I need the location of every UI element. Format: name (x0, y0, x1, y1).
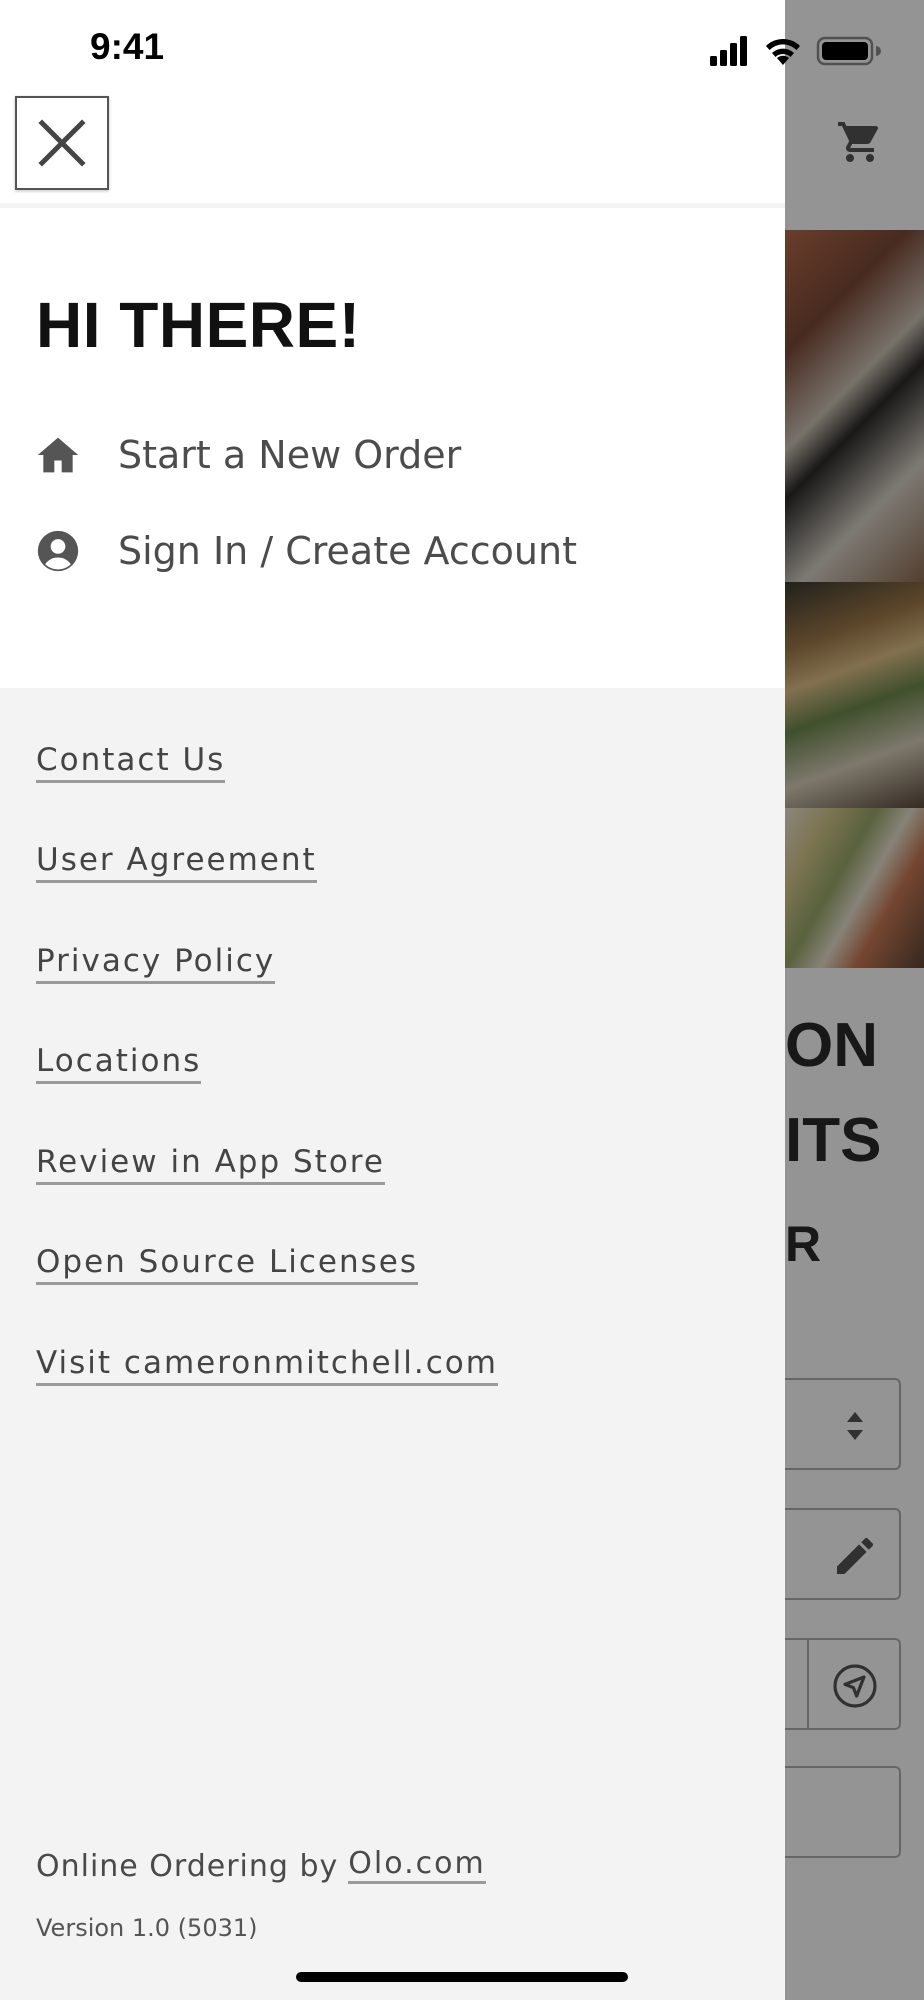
navigation-drawer: 9:41 HI THERE! Start a New Order Sign In… (0, 0, 881, 2000)
battery-icon (816, 36, 881, 66)
sign-in-item[interactable]: Sign In / Create Account (36, 521, 577, 581)
user-agreement-link[interactable]: User Agreement (36, 842, 317, 883)
header-divider (0, 203, 785, 208)
status-icons (710, 36, 881, 66)
greeting-heading: HI THERE! (36, 289, 361, 361)
home-icon (37, 437, 79, 473)
start-new-order-label: Start a New Order (118, 433, 462, 477)
signal-icon (710, 36, 747, 66)
sign-in-label: Sign In / Create Account (118, 529, 577, 573)
contact-us-link[interactable]: Contact Us (36, 742, 226, 783)
powered-by: Online Ordering by Olo.com (36, 1846, 486, 1884)
locations-link[interactable]: Locations (36, 1043, 202, 1084)
overlay-scrim[interactable] (785, 0, 924, 2000)
close-button[interactable] (15, 96, 109, 190)
visit-website-link[interactable]: Visit cameronmitchell.com (36, 1345, 498, 1386)
home-indicator[interactable] (296, 1972, 628, 1982)
olo-link[interactable]: Olo.com (348, 1846, 486, 1884)
review-app-store-link[interactable]: Review in App Store (36, 1144, 385, 1185)
powered-by-text: Online Ordering by (36, 1849, 339, 1884)
status-time: 9:41 (90, 26, 165, 67)
start-new-order-item[interactable]: Start a New Order (36, 425, 461, 485)
version-label: Version 1.0 (5031) (36, 1914, 258, 1942)
close-icon (38, 119, 86, 167)
user-circle-icon (37, 530, 79, 572)
wifi-icon (766, 38, 800, 65)
open-source-licenses-link[interactable]: Open Source Licenses (36, 1244, 418, 1285)
privacy-policy-link[interactable]: Privacy Policy (36, 943, 276, 984)
